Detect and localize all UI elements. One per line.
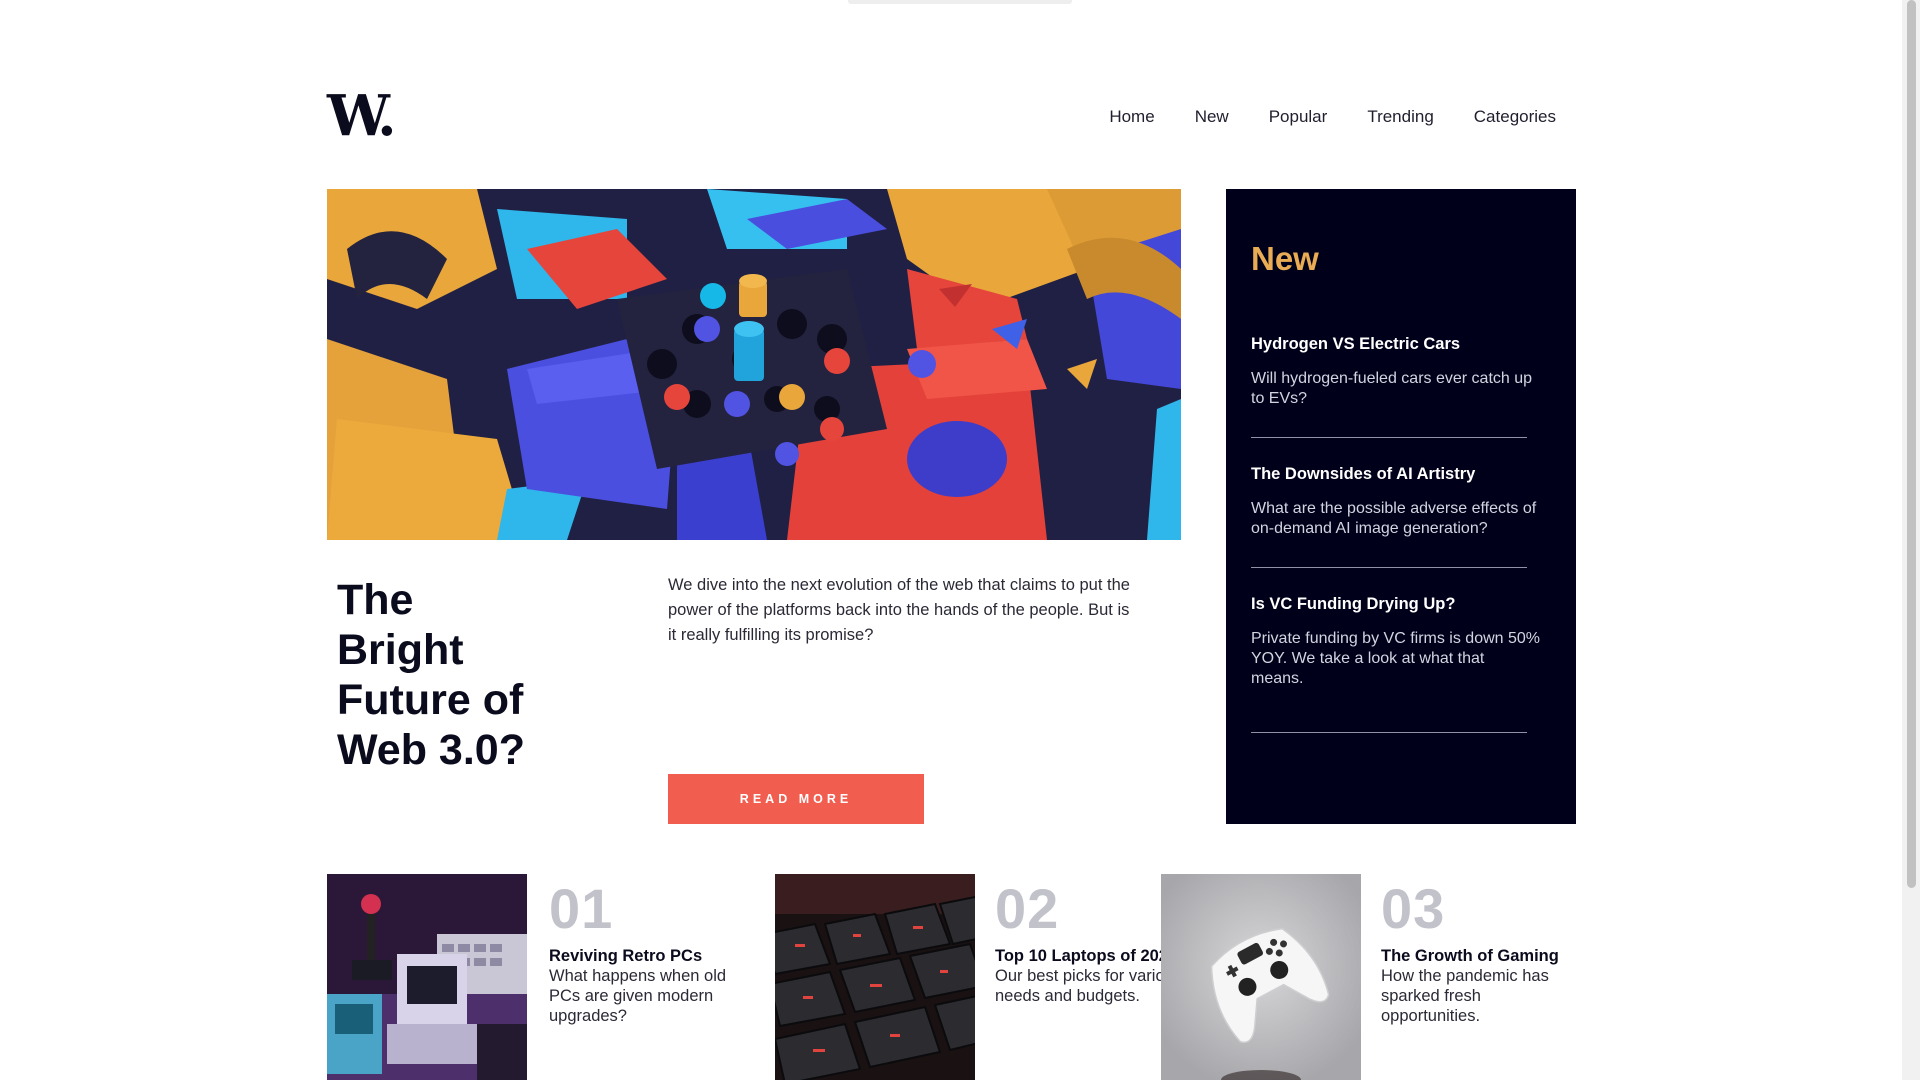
new-item: Hydrogen VS Electric Cars Will hydrogen-… xyxy=(1251,333,1541,409)
keyboard-image[interactable] xyxy=(775,874,975,1080)
nav-new[interactable]: New xyxy=(1195,106,1229,128)
nav-popular[interactable]: Popular xyxy=(1269,106,1328,128)
new-item-desc: Will hydrogen-fueled cars ever catch up … xyxy=(1251,370,1533,407)
sidebar-divider xyxy=(1251,567,1527,568)
nav-categories[interactable]: Categories xyxy=(1474,106,1556,128)
new-item-title[interactable]: Hydrogen VS Electric Cars xyxy=(1251,333,1541,355)
card-title[interactable]: Reviving Retro PCs xyxy=(549,946,749,966)
main-nav: Home New Popular Trending Categories xyxy=(1109,106,1556,128)
read-more-button[interactable]: READ MORE xyxy=(668,774,924,824)
new-item: Is VC Funding Drying Up? Private funding… xyxy=(1251,593,1541,689)
nav-home[interactable]: Home xyxy=(1109,106,1154,128)
game-controller-image[interactable] xyxy=(1161,874,1361,1080)
abstract-blocks-image xyxy=(327,189,1181,540)
new-item-title[interactable]: The Downsides of AI Artistry xyxy=(1251,463,1541,485)
scrollbar-thumb[interactable] xyxy=(1907,0,1916,888)
retro-pc-image[interactable] xyxy=(327,874,527,1080)
hero-headline[interactable]: The Bright Future of Web 3.0? xyxy=(337,575,537,775)
new-item-title[interactable]: Is VC Funding Drying Up? xyxy=(1251,593,1541,615)
new-item: The Downsides of AI Artistry What are th… xyxy=(1251,463,1541,539)
new-sidebar: New Hydrogen VS Electric Cars Will hydro… xyxy=(1226,189,1576,824)
new-item-desc: What are the possible adverse effects of… xyxy=(1251,500,1537,537)
card-number: 01 xyxy=(549,877,614,940)
sidebar-divider xyxy=(1251,732,1527,733)
card-desc: How the pandemic has sparked fresh oppor… xyxy=(1381,967,1549,1025)
card-number: 03 xyxy=(1381,877,1446,940)
site-logo[interactable]: W. xyxy=(327,88,397,144)
card-title[interactable]: The Growth of Gaming xyxy=(1381,946,1581,966)
hero-teaser: We dive into the next evolution of the w… xyxy=(668,576,1130,644)
nav-trending[interactable]: Trending xyxy=(1367,106,1433,128)
article-card: 01 Reviving Retro PCs What happens when … xyxy=(549,880,749,1026)
new-item-desc: Private funding by VC firms is down 50% … xyxy=(1251,630,1541,687)
top-edge-hint xyxy=(848,0,1072,4)
sidebar-title: New xyxy=(1251,240,1319,277)
article-card: 03 The Growth of Gaming How the pandemic… xyxy=(1381,880,1581,1026)
page-scrollbar[interactable] xyxy=(1902,0,1920,1080)
card-desc: What happens when old PCs are given mode… xyxy=(549,967,727,1025)
sidebar-divider xyxy=(1251,437,1527,438)
